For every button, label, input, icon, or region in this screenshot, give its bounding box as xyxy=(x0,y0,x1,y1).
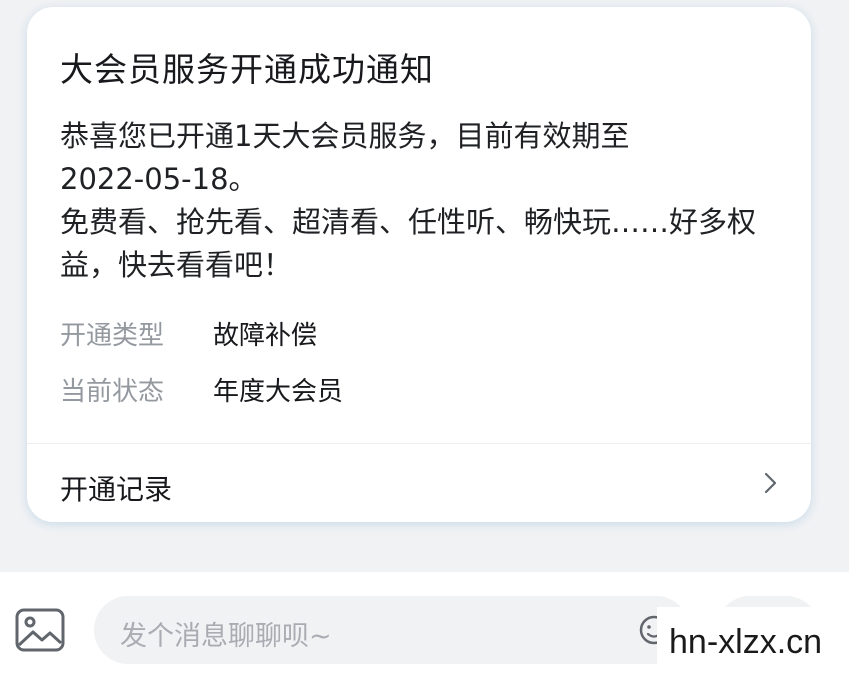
message-input[interactable]: 发个消息聊聊呗~ xyxy=(94,596,690,664)
activation-type-value: 故障补偿 xyxy=(213,321,318,351)
current-status-label: 当前状态 xyxy=(60,377,165,407)
notification-title: 大会员服务开通成功通知 xyxy=(60,50,434,89)
activation-record-row[interactable]: 开通记录 xyxy=(27,444,811,522)
activation-type-label: 开通类型 xyxy=(60,321,165,351)
chevron-right-icon xyxy=(764,472,777,494)
current-status-value: 年度大会员 xyxy=(213,377,344,407)
watermark: hn-xlzx.cn xyxy=(657,607,849,676)
notification-message: 恭喜您已开通1天大会员服务，目前有效期至 2022-05-18。 免费看、抢先看… xyxy=(60,115,790,287)
notification-card: 大会员服务开通成功通知 恭喜您已开通1天大会员服务，目前有效期至 2022-05… xyxy=(27,7,811,522)
message-input-placeholder: 发个消息聊聊呗~ xyxy=(120,621,332,652)
image-icon[interactable] xyxy=(14,607,66,653)
watermark-text: hn-xlzx.cn xyxy=(669,623,823,661)
activation-record-label: 开通记录 xyxy=(60,473,173,506)
message-line: 2022-05-18。 xyxy=(60,162,258,196)
message-line: 恭喜您已开通1天大会员服务，目前有效期至 xyxy=(60,119,630,153)
message-line: 免费看、抢先看、超清看、任性听、畅快玩……好多权 xyxy=(60,205,757,239)
message-line: 益，快去看看吧！ xyxy=(60,248,293,282)
